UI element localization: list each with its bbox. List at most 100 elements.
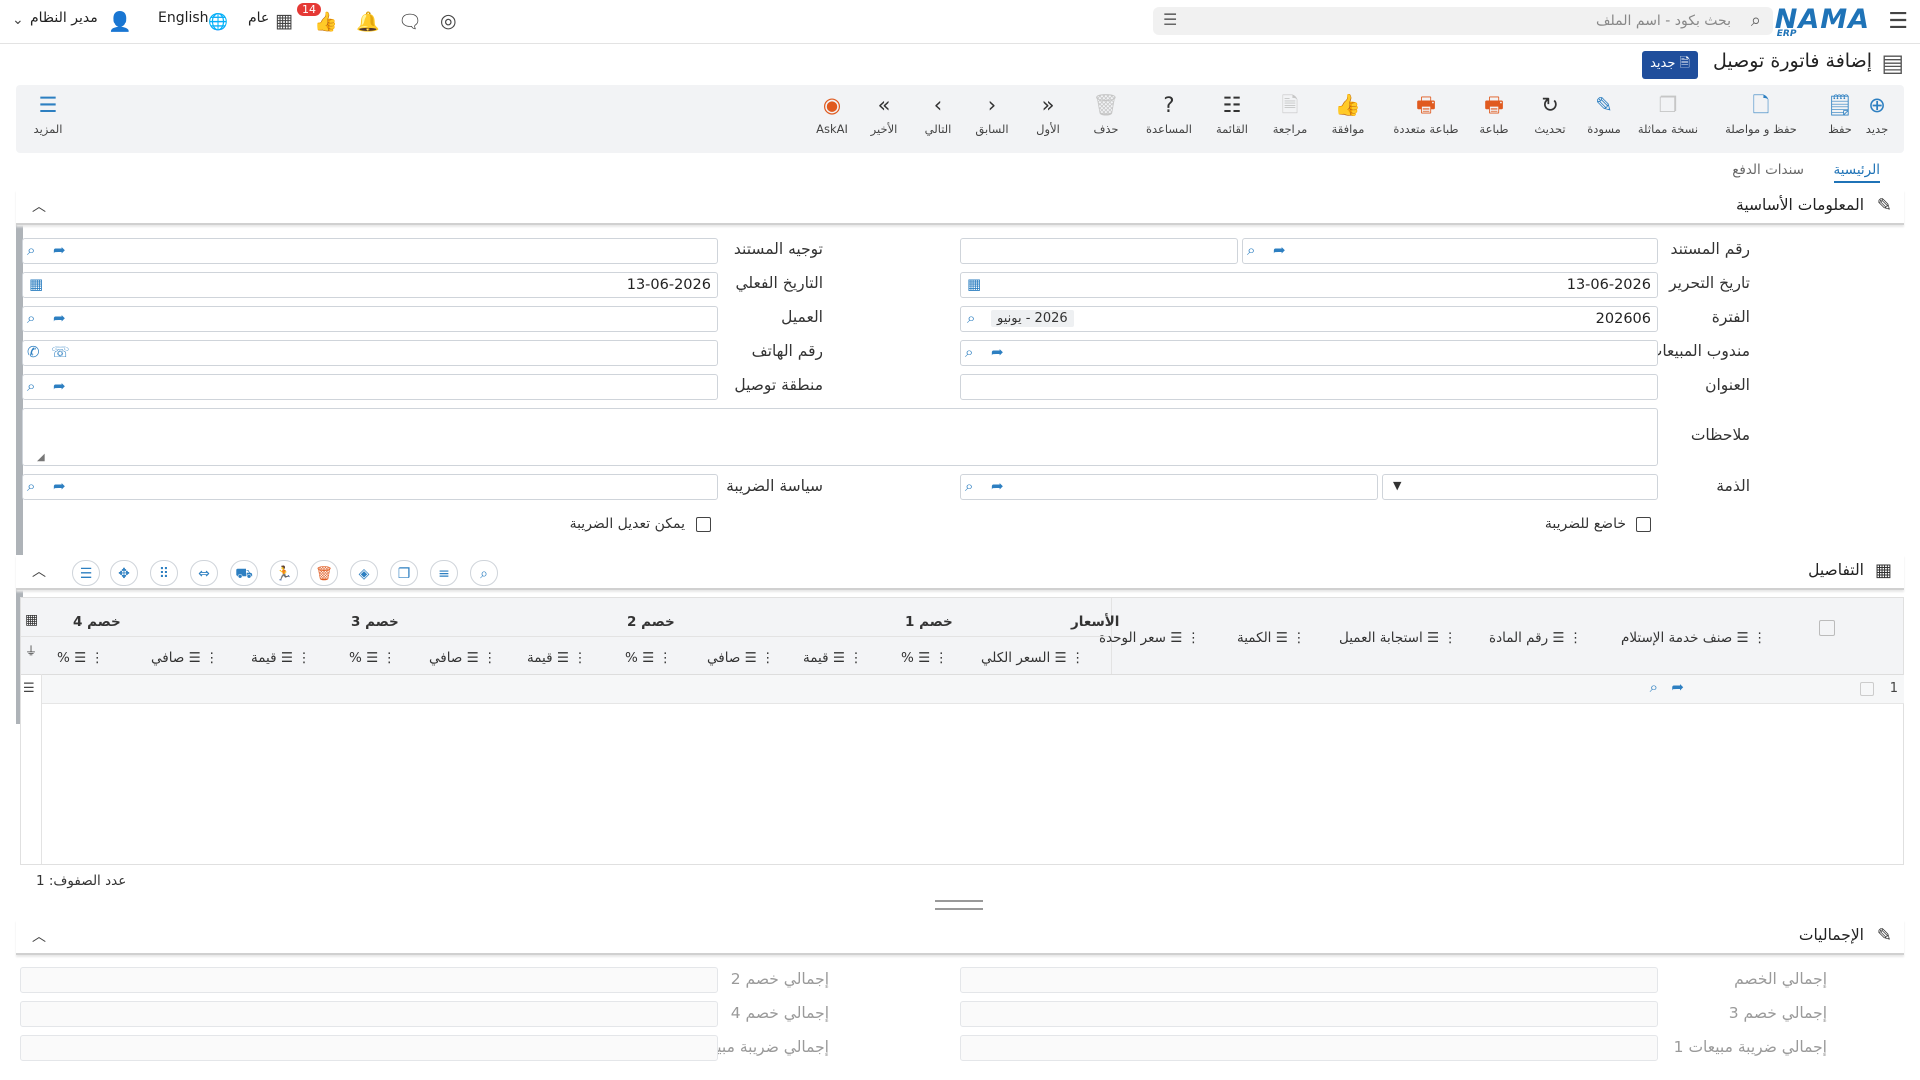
select-all-checkbox[interactable] xyxy=(1819,620,1835,636)
collapse-icon[interactable]: ︿ xyxy=(32,561,46,581)
column-filter-icon[interactable]: ⏚ xyxy=(25,642,37,659)
askai-button[interactable]: ◉ AskAI xyxy=(812,93,852,136)
brand-logo[interactable]: NAMA ERP xyxy=(1775,4,1870,39)
col-service-item[interactable]: ⋮ ☰ صنف خدمة الإستلام xyxy=(1621,630,1766,646)
search-list-icon[interactable]: ⌕ xyxy=(470,560,498,586)
delete-button[interactable]: 🗑 حذف xyxy=(1088,93,1124,136)
col-disc3-pct[interactable]: ⋮ ☰ % xyxy=(349,650,396,666)
scope-label[interactable]: عام xyxy=(248,10,269,26)
details-section-header[interactable]: ▦ التفاصيل ︿ xyxy=(16,555,1904,590)
col-disc2-pct[interactable]: ⋮ ☰ % xyxy=(625,650,672,666)
col-disc1-value[interactable]: ⋮ ☰ قيمة xyxy=(803,650,863,666)
edit-date-field[interactable]: 13-06-2026 ▦ xyxy=(960,272,1658,298)
col-disc3-value[interactable]: ⋮ ☰ قيمة xyxy=(251,650,311,666)
previous-button[interactable]: › السابق xyxy=(972,93,1012,136)
basic-info-section-header[interactable]: ✎ المعلومات الأساسية ︿ xyxy=(16,190,1904,225)
col-unit-price[interactable]: ⋮ ☰ سعر الوحدة xyxy=(1099,630,1200,646)
col-disc2-value[interactable]: ⋮ ☰ قيمة xyxy=(527,650,587,666)
review-button[interactable]: 🗎 مراجعة xyxy=(1270,93,1310,136)
resize-splitter[interactable] xyxy=(935,900,983,910)
multi-print-button[interactable]: 🖶 طباعة متعددة xyxy=(1388,93,1464,136)
calendar-icon[interactable]: ▦ xyxy=(29,275,43,293)
print-button[interactable]: 🖶 طباعة xyxy=(1474,93,1514,136)
ai-assistant-icon[interactable]: ◎ xyxy=(440,10,457,32)
calendar-icon[interactable]: ▦ xyxy=(967,275,981,293)
new-button[interactable]: ⊕ جديد xyxy=(1859,93,1895,136)
share-icon[interactable]: ➦ xyxy=(53,309,66,327)
search-plus-icon[interactable]: ⌕ xyxy=(1247,241,1255,259)
search-plus-icon[interactable]: ⌕ xyxy=(27,377,35,395)
search-plus-icon[interactable]: ⌕ xyxy=(27,241,35,259)
chat-icon[interactable]: 🗨 xyxy=(398,10,422,33)
tax-policy-field[interactable]: ⌕ ➦ xyxy=(22,474,718,500)
col-total-price[interactable]: ⋮ ☰ السعر الكلي xyxy=(981,650,1084,666)
search-input[interactable]: بحث بكود - اسم الملف xyxy=(1596,13,1731,29)
move-icon[interactable]: ✥ xyxy=(110,560,138,586)
truck-icon[interactable]: ⛟ xyxy=(230,560,258,586)
list-button[interactable]: ☷ القائمة xyxy=(1212,93,1252,136)
first-button[interactable]: » الأول xyxy=(1028,93,1068,136)
col-disc4-pct[interactable]: ⋮ ☰ % xyxy=(57,650,104,666)
col-disc3-net[interactable]: ⋮ ☰ صافي xyxy=(151,650,218,666)
approve-button[interactable]: 👍 موافقة xyxy=(1328,93,1368,136)
col-disc1-pct[interactable]: ⋮ ☰ % xyxy=(901,650,948,666)
phone-field[interactable]: ✆ ☏ xyxy=(22,340,718,366)
menu-icon[interactable]: ☰ xyxy=(1888,9,1908,34)
copy-row-icon[interactable]: ❐ xyxy=(390,560,418,586)
search-plus-icon[interactable]: ⌕ xyxy=(27,477,35,495)
row-checkbox[interactable] xyxy=(1860,682,1874,696)
actual-date-field[interactable]: 13-06-2026 ▦ xyxy=(22,272,718,298)
row-menu-icon[interactable]: ☰ xyxy=(23,681,35,696)
share-icon[interactable]: ➦ xyxy=(991,477,1004,495)
doc-number-field[interactable]: ⌕ ➦ xyxy=(1242,238,1658,264)
col-item-no[interactable]: ⋮ ☰ رقم المادة xyxy=(1489,630,1582,646)
runner-icon[interactable]: 🏃 xyxy=(270,560,298,586)
save-continue-button[interactable]: 🗋 حفظ و مواصلة xyxy=(1718,93,1804,136)
account-type-select[interactable]: ▼ xyxy=(1382,474,1658,500)
share-icon[interactable]: ➦ xyxy=(991,343,1004,361)
chevron-down-icon[interactable]: ⌄ xyxy=(12,12,24,28)
fit-columns-icon[interactable]: ⇔ xyxy=(190,560,218,586)
sales-rep-field[interactable]: ⌕ ➦ xyxy=(960,340,1658,366)
duplicate-button[interactable]: ❐ نسخة مماثلة xyxy=(1630,93,1706,136)
collapse-icon[interactable]: ︿ xyxy=(32,926,46,946)
totals-section-header[interactable]: ✎ الإجماليات ︿ xyxy=(16,920,1904,955)
filter-icon[interactable]: ☰ xyxy=(1163,10,1177,29)
col-quantity[interactable]: ⋮ ☰ الكمية xyxy=(1237,630,1306,646)
phone-icon[interactable]: ☏ xyxy=(51,343,70,361)
refresh-button[interactable]: ↻ تحديث xyxy=(1530,93,1570,136)
table-row[interactable]: 1 ➦ ⌕ xyxy=(42,675,1904,704)
global-search[interactable]: ⌕ بحث بكود - اسم الملف ☰ xyxy=(1153,7,1773,35)
layers-icon[interactable]: ◈ xyxy=(350,560,378,586)
user-name[interactable]: مدير النظام xyxy=(30,10,98,26)
next-button[interactable]: ‹ التالي xyxy=(918,93,958,136)
add-row-icon[interactable]: ≡ xyxy=(430,560,458,586)
customer-field[interactable]: ⌕ ➦ xyxy=(22,306,718,332)
grid-settings-icon[interactable]: ▦ xyxy=(25,612,38,628)
globe-icon[interactable]: 🌐 xyxy=(208,12,228,31)
search-plus-icon[interactable]: ⌕ xyxy=(965,477,973,495)
tax-editable-checkbox[interactable] xyxy=(696,517,711,532)
col-disc2-net[interactable]: ⋮ ☰ صافي xyxy=(429,650,496,666)
account-field[interactable]: ⌕ ➦ xyxy=(960,474,1378,500)
filter-rows-icon[interactable]: ☰ xyxy=(72,560,100,586)
address-field[interactable] xyxy=(960,374,1658,400)
delivery-zone-field[interactable]: ⌕ ➦ xyxy=(22,374,718,400)
search-plus-icon[interactable]: ⌕ xyxy=(967,309,975,327)
col-customer-response[interactable]: ⋮ ☰ استجابة العميل xyxy=(1339,630,1457,646)
search-plus-icon[interactable]: ⌕ xyxy=(27,309,35,327)
help-button[interactable]: ? المساعدة xyxy=(1144,93,1194,136)
whatsapp-icon[interactable]: ✆ xyxy=(27,343,40,361)
doc-direction-field[interactable]: ⌕ ➦ xyxy=(22,238,718,264)
doc-number-extra-field[interactable] xyxy=(960,238,1238,264)
dropdown-arrow-icon[interactable]: ▼ xyxy=(1393,479,1401,492)
taxable-checkbox[interactable] xyxy=(1636,517,1651,532)
notes-textarea[interactable]: ◢ xyxy=(22,408,1658,466)
bell-icon[interactable]: 🔔 xyxy=(356,10,380,33)
dots-grid-icon[interactable]: ⠿ xyxy=(150,560,178,586)
resize-handle-icon[interactable]: ◢ xyxy=(37,452,45,463)
tab-main[interactable]: الرئيسية xyxy=(1833,162,1880,183)
share-icon[interactable]: ➦ xyxy=(53,377,66,395)
avatar[interactable]: 👤 xyxy=(108,10,132,33)
share-icon[interactable]: ➦ xyxy=(1273,241,1286,259)
